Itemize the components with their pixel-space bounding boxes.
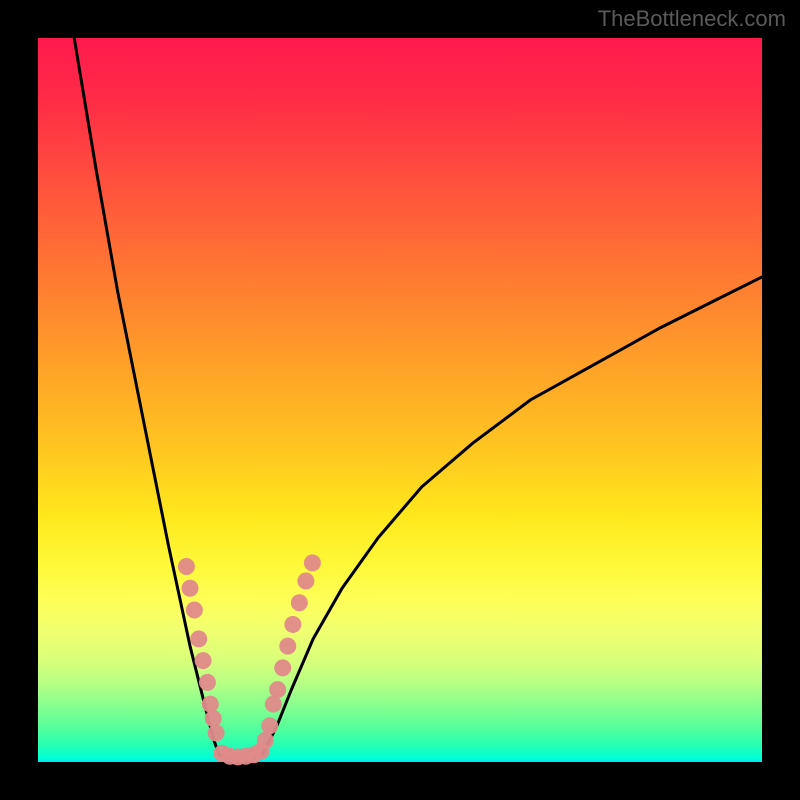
chart-plot-area <box>38 38 762 762</box>
highlight-dot <box>257 732 274 749</box>
highlight-dot <box>202 696 219 713</box>
highlight-dot <box>284 616 301 633</box>
highlight-dot <box>291 594 308 611</box>
curve-right-branch <box>262 277 762 755</box>
highlight-dot <box>195 652 212 669</box>
highlight-dot <box>190 630 207 647</box>
highlight-dot <box>186 601 203 618</box>
highlight-dot <box>297 573 314 590</box>
highlight-dot <box>182 580 199 597</box>
highlight-dot <box>205 710 222 727</box>
highlight-dot <box>178 558 195 575</box>
highlight-dot <box>269 681 286 698</box>
highlight-dot <box>199 674 216 691</box>
highlight-dot <box>261 717 278 734</box>
highlight-dot <box>279 638 296 655</box>
highlight-dot <box>208 725 225 742</box>
highlight-dots-group <box>178 554 321 765</box>
chart-svg <box>38 38 762 762</box>
highlight-dot <box>274 659 291 676</box>
watermark-text: TheBottleneck.com <box>598 6 786 32</box>
highlight-dot <box>265 696 282 713</box>
highlight-dot <box>304 554 321 571</box>
